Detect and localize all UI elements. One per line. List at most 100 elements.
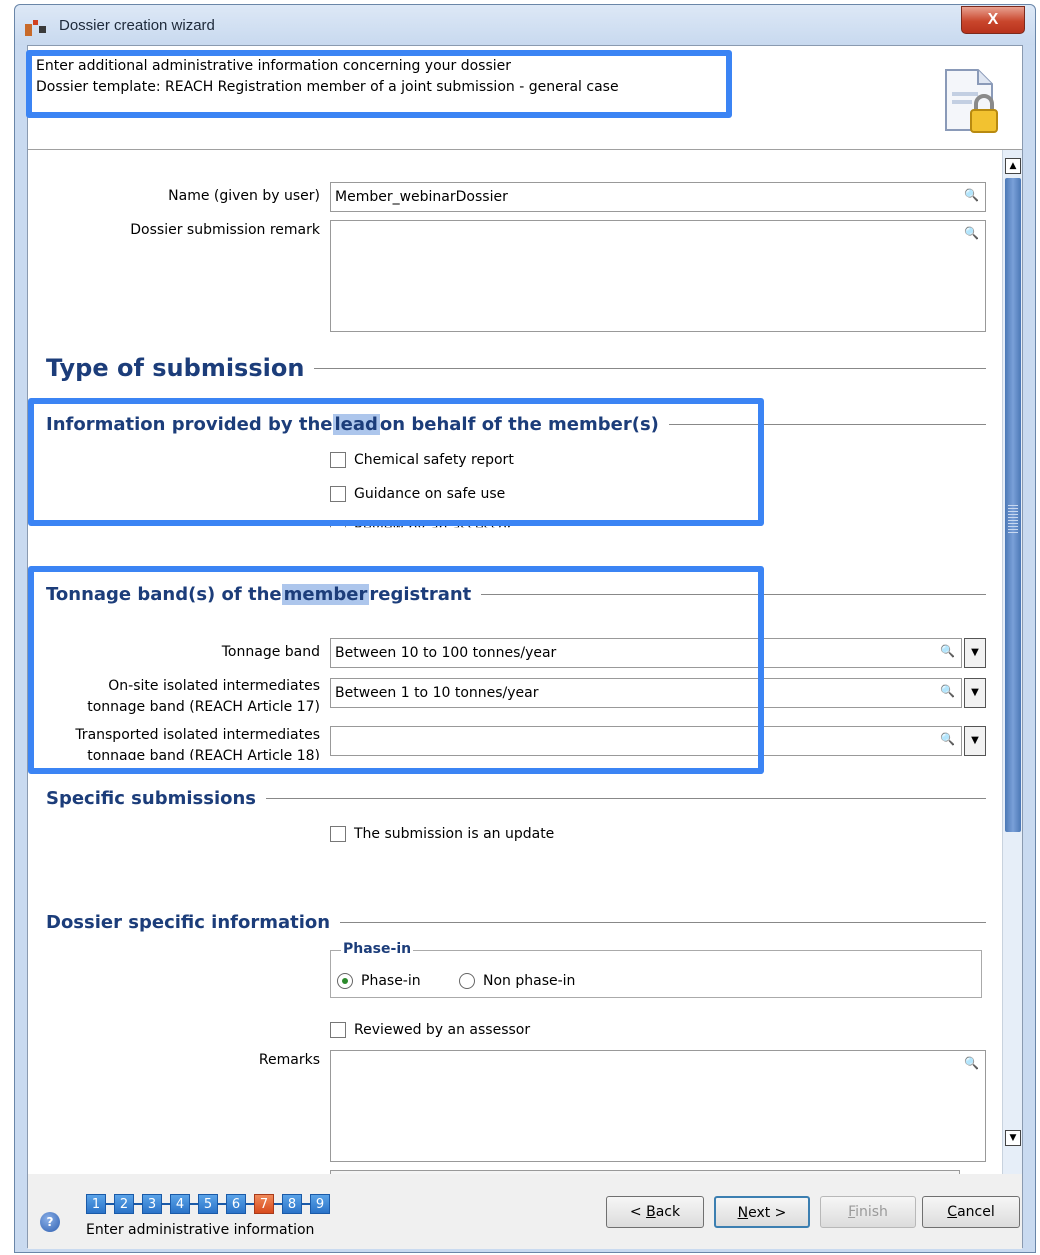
wizard-header: Enter additional administrative informat…	[26, 46, 1022, 150]
step-connector	[162, 1203, 170, 1205]
tonnage-section-heading: Tonnage band(s) of the member registrant	[46, 584, 986, 605]
onsite-tonnage-value: Between 1 to 10 tonnes/year	[335, 685, 539, 701]
search-icon[interactable]: 🔍	[940, 684, 955, 698]
vertical-scrollbar[interactable]: ▲ ▼	[1002, 150, 1022, 1174]
step-5[interactable]: 5	[198, 1194, 218, 1214]
phase-in-radio[interactable]: Phase-in	[337, 973, 421, 989]
step-7-current[interactable]: 7	[254, 1194, 274, 1214]
step-connector	[190, 1203, 198, 1205]
remark-field[interactable]: 🔍	[330, 220, 986, 332]
non-phase-in-radio[interactable]: Non phase-in	[459, 973, 575, 989]
radio-button[interactable]	[459, 973, 475, 989]
phase-in-group: Phase-in Phase-in Non phase-in	[330, 941, 982, 998]
checkbox-label: The submission is an update	[354, 826, 555, 842]
checkbox-box[interactable]	[330, 452, 346, 468]
onsite-tonnage-dropdown[interactable]: ▼	[964, 678, 986, 708]
button-mnemonic: C	[947, 1204, 958, 1220]
transported-tonnage-dropdown[interactable]: ▼	[964, 726, 986, 756]
search-icon[interactable]: 🔍	[964, 1056, 979, 1070]
name-label: Name (given by user)	[168, 188, 320, 204]
step-4[interactable]: 4	[170, 1194, 190, 1214]
button-label-part: <	[629, 1204, 647, 1220]
submission-update-checkbox[interactable]: The submission is an update	[330, 826, 554, 842]
transported-label-line2: tonnage band (REACH Article 18)	[87, 748, 320, 760]
checkbox-label: Chemical safety report	[354, 452, 514, 468]
checkbox-label: Guidance on safe use	[354, 486, 506, 502]
form-scroll-area[interactable]: Name (given by user) Member_webinarDossi…	[28, 150, 1022, 1174]
back-button[interactable]: < Back	[606, 1196, 704, 1228]
step-connector	[134, 1203, 142, 1205]
close-button[interactable]: X	[961, 6, 1025, 34]
checkbox-label: Reviewed by an assessor	[354, 1022, 531, 1038]
next-button[interactable]: Next >	[714, 1196, 810, 1228]
specific-submissions-title: Specific submissions	[46, 788, 257, 809]
tonnage-band-field[interactable]: Between 10 to 100 tonnes/year 🔍	[330, 638, 962, 668]
button-label-part: ack	[655, 1204, 681, 1220]
step-6[interactable]: 6	[226, 1194, 246, 1214]
transported-tonnage-field[interactable]: 🔍	[330, 726, 962, 756]
step-8[interactable]: 8	[282, 1194, 302, 1214]
button-label-part: inish	[855, 1204, 888, 1220]
step-caption: Enter administrative information	[86, 1222, 315, 1238]
guidance-safe-use-checkbox[interactable]: Guidance on safe use	[330, 486, 505, 502]
step-2[interactable]: 2	[114, 1194, 134, 1214]
button-mnemonic: B	[646, 1204, 656, 1220]
checkbox-box[interactable]	[330, 520, 346, 528]
scroll-down-arrow-icon[interactable]: ▼	[1005, 1130, 1021, 1146]
cancel-button[interactable]: Cancel	[922, 1196, 1020, 1228]
remarks-field[interactable]: 🔍	[330, 1050, 986, 1162]
step-connector	[106, 1203, 114, 1205]
divider	[481, 594, 986, 595]
lead-section-heading: Information provided by the lead on beha…	[46, 414, 986, 435]
scrollbar-thumb[interactable]	[1005, 178, 1021, 832]
header-template: Dossier template: REACH Registration mem…	[36, 79, 619, 95]
search-icon[interactable]: 🔍	[940, 732, 955, 746]
review-assessor-checkbox[interactable]: Review by an assessor	[330, 520, 513, 528]
radio-button-selected[interactable]	[337, 973, 353, 989]
button-label-part: ext >	[748, 1205, 787, 1221]
tonnage-band-value: Between 10 to 100 tonnes/year	[335, 645, 557, 661]
dossier-specific-heading: Dossier specific information	[46, 912, 986, 933]
divider	[340, 922, 986, 923]
radio-label: Phase-in	[361, 973, 421, 989]
step-3[interactable]: 3	[142, 1194, 162, 1214]
app-icon	[25, 20, 46, 36]
step-connector	[302, 1203, 310, 1205]
step-connector	[246, 1203, 254, 1205]
name-field[interactable]: Member_webinarDossier 🔍	[330, 182, 986, 212]
checkbox-box[interactable]	[330, 1022, 346, 1038]
finish-button[interactable]: Finish	[820, 1196, 916, 1228]
header-instruction: Enter additional administrative informat…	[36, 58, 512, 74]
tonnage-band-dropdown[interactable]: ▼	[964, 638, 986, 668]
checkbox-box[interactable]	[330, 486, 346, 502]
checkbox-box[interactable]	[330, 826, 346, 842]
name-value: Member_webinarDossier	[335, 189, 508, 205]
step-connector	[218, 1203, 226, 1205]
search-icon[interactable]: 🔍	[964, 226, 979, 240]
reviewed-assessor-checkbox[interactable]: Reviewed by an assessor	[330, 1022, 530, 1038]
lead-title-post: on behalf of the member(s)	[379, 414, 659, 435]
dossier-wizard-window: Dossier creation wizard X Enter addition…	[14, 4, 1036, 1253]
step-1[interactable]: 1	[86, 1194, 106, 1214]
help-icon[interactable]: ?	[40, 1212, 60, 1232]
transported-label-line1: Transported isolated intermediates	[75, 727, 320, 743]
type-of-submission-title: Type of submission	[46, 354, 305, 382]
step-indicator: 1 2 3 4 5 6 7 8 9	[86, 1194, 330, 1214]
scroll-up-arrow-icon[interactable]: ▲	[1005, 158, 1021, 174]
chemical-safety-report-checkbox[interactable]: Chemical safety report	[330, 452, 514, 468]
onsite-tonnage-field[interactable]: Between 1 to 10 tonnes/year 🔍	[330, 678, 962, 708]
search-icon[interactable]: 🔍	[940, 644, 955, 658]
tonnage-title-highlight: member	[281, 584, 370, 605]
search-icon[interactable]: 🔍	[964, 188, 979, 202]
button-label-part: ancel	[957, 1204, 995, 1220]
document-lock-icon	[945, 69, 998, 133]
button-mnemonic: N	[737, 1205, 749, 1221]
tonnage-band-label: Tonnage band	[221, 644, 320, 660]
phase-in-legend: Phase-in	[341, 941, 414, 957]
title-bar[interactable]: Dossier creation wizard X	[15, 5, 1035, 45]
step-9[interactable]: 9	[310, 1194, 330, 1214]
radio-label: Non phase-in	[483, 973, 576, 989]
wizard-footer: ? 1 2 3 4 5 6 7 8 9 Enter administrative…	[28, 1174, 1022, 1249]
type-of-submission-heading: Type of submission	[46, 354, 986, 382]
wizard-client-area: Enter additional administrative informat…	[26, 45, 1023, 1249]
